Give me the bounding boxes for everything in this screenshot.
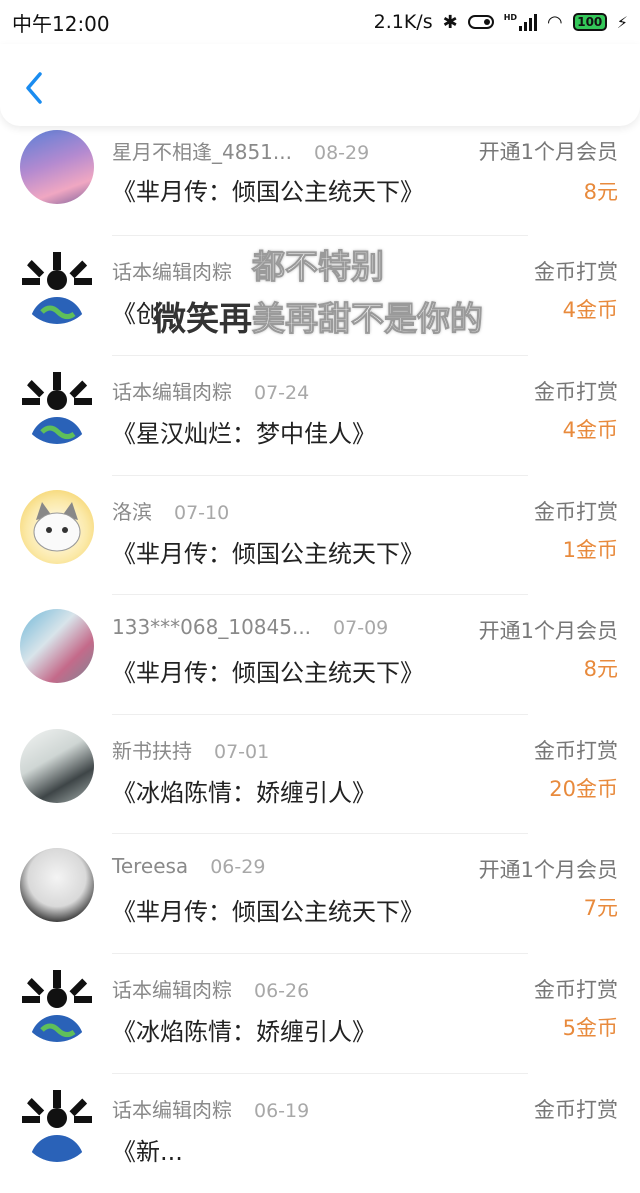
user-name: 新书扶持	[112, 738, 192, 763]
avatar	[20, 1087, 94, 1162]
list-item[interactable]: 话本编辑肉粽 06-26 《冰焰陈情：娇缠引人》 金币打赏 5金币	[0, 954, 640, 1074]
book-title: 《冰焰陈情：娇缠引人》	[112, 1017, 376, 1046]
date: 06-26	[254, 979, 310, 1002]
reward-amount: 8元	[583, 180, 618, 204]
reward-amount: 5金币	[562, 1015, 618, 1040]
hd-label: HD	[503, 13, 518, 22]
charging-icon: ⚡	[616, 12, 628, 32]
reward-type: 金币打赏	[534, 380, 618, 404]
reward-list: 星月不相逢_4851... 08-29 《芈月传：倾国公主统天下》 开通1个月会员…	[0, 126, 640, 1193]
book-title: 《创	[112, 300, 160, 328]
date: 07-10	[174, 501, 230, 524]
date: 07-24	[254, 382, 310, 404]
reward-amount: 4金币	[562, 298, 618, 322]
avatar	[20, 967, 94, 1042]
reward-type: 金币打赏	[534, 260, 618, 284]
list-item[interactable]: 星月不相逢_4851... 08-29 《芈月传：倾国公主统天下》 开通1个月会员…	[0, 126, 640, 236]
date: 06-19	[254, 1099, 310, 1122]
back-button[interactable]	[20, 68, 50, 108]
bluetooth-icon: ✱	[442, 11, 458, 33]
user-name: 话本编辑肉粽	[112, 1097, 232, 1122]
reward-type: 金币打赏	[534, 977, 618, 1002]
reward-amount: 4金币	[562, 418, 618, 442]
toggle-icon	[467, 15, 494, 29]
reward-type: 开通1个月会员	[478, 619, 618, 644]
book-title: 《芈月传：倾国公主统天下》	[112, 539, 424, 568]
reward-type: 开通1个月会员	[478, 140, 618, 164]
reward-type: 金币打赏	[534, 738, 618, 763]
signal-icon: HD	[503, 13, 538, 31]
reward-amount: 20金币	[549, 776, 618, 801]
list-item[interactable]: 新书扶持 07-01 《冰焰陈情：娇缠引人》 金币打赏 20金币	[0, 715, 640, 835]
date: 06-29	[210, 856, 266, 879]
avatar	[20, 848, 94, 923]
book-title: 《芈月传：倾国公主统天下》	[112, 898, 424, 927]
battery-icon: 100	[572, 13, 607, 31]
list-item[interactable]: 133***068_10845... 07-09 《芈月传：倾国公主统天下》 开通…	[0, 595, 640, 715]
reward-amount: 7元	[583, 896, 618, 921]
date: 08-29	[313, 142, 370, 164]
network-speed: 2.1K/s	[373, 11, 433, 33]
user-name: 133***068_10845...	[112, 615, 312, 640]
list-item[interactable]: Tereesa 06-29 《芈月传：倾国公主统天下》 开通1个月会员 7元	[0, 834, 640, 954]
wifi-icon: ◠	[547, 11, 563, 33]
list-item[interactable]: 话本编辑肉粽 《创 金币打赏 4金币	[0, 236, 640, 356]
reward-type: 金币打赏	[534, 1097, 618, 1122]
nav-bar	[0, 44, 640, 126]
avatar	[20, 370, 94, 444]
avatar	[20, 250, 94, 324]
avatar	[20, 130, 94, 204]
reward-type: 开通1个月会员	[478, 858, 618, 883]
user-name: 话本编辑肉粽	[112, 977, 232, 1002]
book-title: 《新...	[112, 1137, 183, 1166]
user-name: 星月不相逢_4851...	[112, 140, 292, 164]
reward-type: 金币打赏	[534, 499, 618, 524]
list-item[interactable]: 话本编辑肉粽 06-19 《新... 金币打赏	[0, 1074, 640, 1193]
book-title: 《芈月传：倾国公主统天下》	[112, 659, 424, 688]
status-bar: 中午12:00 2.1K/s ✱ HD ◠ 100 ⚡	[0, 0, 640, 44]
user-name: 洛滨	[112, 499, 152, 524]
user-name: Tereesa	[112, 854, 189, 879]
date: 07-01	[214, 740, 270, 763]
chevron-left-icon	[26, 72, 42, 104]
book-title: 《芈月传：倾国公主统天下》	[112, 178, 424, 206]
book-title: 《星汉灿烂：梦中佳人》	[112, 420, 376, 448]
list-item[interactable]: 洛滨 07-10 《芈月传：倾国公主统天下》 金币打赏 1金币	[0, 476, 640, 596]
avatar	[20, 489, 94, 564]
reward-amount: 1金币	[562, 537, 618, 562]
avatar	[20, 728, 94, 803]
user-name: 话本编辑肉粽	[112, 380, 232, 404]
status-indicators: 2.1K/s ✱ HD ◠ 100 ⚡	[374, 11, 628, 33]
date: 07-09	[333, 617, 389, 640]
list-item[interactable]: 话本编辑肉粽 07-24 《星汉灿烂：梦中佳人》 金币打赏 4金币	[0, 356, 640, 476]
book-title: 《冰焰陈情：娇缠引人》	[112, 778, 376, 807]
status-time: 中午12:00	[12, 11, 110, 36]
reward-amount: 8元	[583, 657, 618, 682]
user-name: 话本编辑肉粽	[112, 260, 232, 284]
avatar	[20, 609, 94, 684]
